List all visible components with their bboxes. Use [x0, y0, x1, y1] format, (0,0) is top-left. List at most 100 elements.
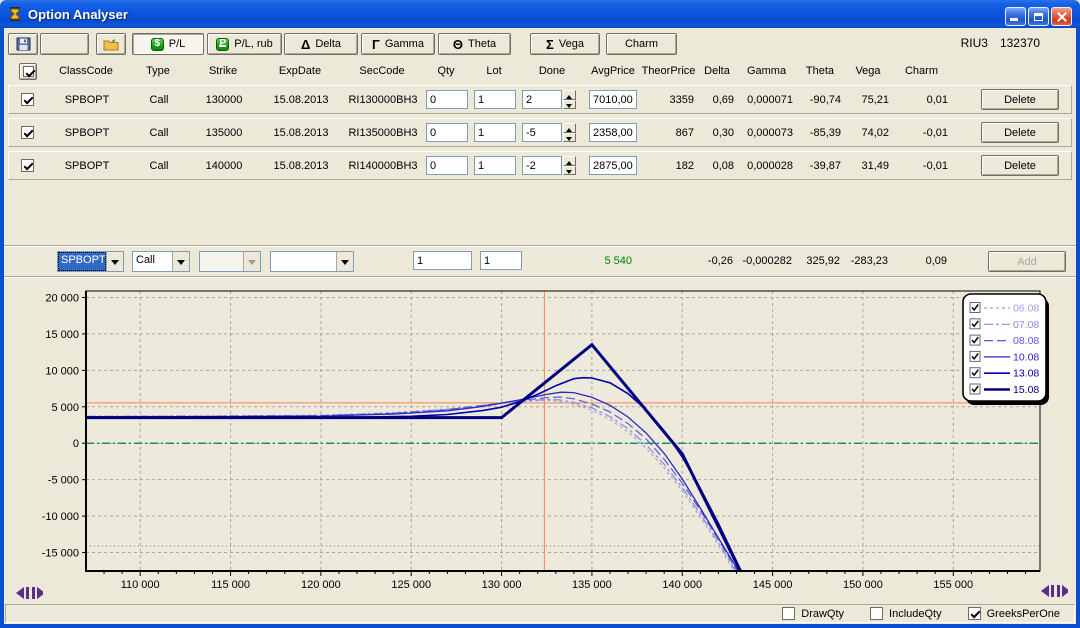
spinner-up-icon[interactable]	[563, 156, 576, 166]
chevron-down-icon[interactable]	[172, 252, 189, 271]
cell-gamma: 0,000073	[738, 127, 797, 139]
window-border-bottom	[0, 624, 1080, 628]
total-theta: 325,92	[806, 255, 840, 267]
tab-p-l-rub[interactable]: PP/L, rub	[207, 33, 282, 55]
legend-label: 10.08	[1013, 351, 1039, 363]
tab-label: Delta	[315, 38, 341, 50]
select-all-button[interactable]	[19, 63, 37, 80]
open-folder-button[interactable]	[96, 33, 126, 55]
total-vega: -283,23	[851, 255, 888, 267]
delta-icon: Δ	[301, 38, 310, 51]
spinner-down-icon[interactable]	[563, 100, 576, 110]
tab-theta[interactable]: ΘTheta	[438, 33, 511, 55]
tab-charm[interactable]: Charm	[606, 33, 677, 55]
chevron-down-icon	[243, 252, 260, 271]
save-button[interactable]	[8, 33, 38, 55]
avgprice-input[interactable]	[589, 156, 637, 175]
y-tick-label: -15 000	[42, 548, 79, 560]
add-qty-input[interactable]	[413, 251, 472, 270]
lot-input[interactable]	[474, 90, 516, 109]
column-header-type: Type	[128, 65, 188, 77]
x-tick-label: 135 000	[572, 579, 612, 591]
classcode-select[interactable]: SPBOPT	[57, 251, 124, 272]
add-button[interactable]: Add	[988, 251, 1066, 272]
tab-label: Charm	[625, 38, 658, 50]
tab-delta[interactable]: Δ Delta	[284, 33, 358, 55]
statusbar-option-drawqty[interactable]: DrawQty	[782, 607, 844, 620]
row-checkbox[interactable]	[21, 159, 34, 172]
y-tick-label: 15 000	[45, 329, 79, 341]
x-tick-label: 120 000	[301, 579, 341, 591]
title-bar[interactable]: Option Analyser	[0, 0, 1080, 28]
qty-input[interactable]	[426, 156, 468, 175]
total-delta: -0,26	[708, 255, 733, 267]
done-spinner[interactable]	[563, 156, 576, 175]
avgprice-input[interactable]	[589, 90, 637, 109]
save-icon	[16, 37, 31, 51]
chevron-down-icon[interactable]	[336, 252, 353, 271]
theta-icon: Θ	[453, 38, 463, 51]
done-input[interactable]	[522, 156, 562, 175]
select-all-checkbox[interactable]	[23, 66, 34, 77]
done-input[interactable]	[522, 123, 562, 142]
seccode-select[interactable]	[270, 251, 354, 272]
spinner-down-icon[interactable]	[563, 166, 576, 176]
chevron-down-icon[interactable]	[106, 252, 123, 271]
cell-delta: 0,30	[698, 127, 738, 139]
y-tick-label: 0	[73, 438, 79, 450]
done-cell	[519, 156, 587, 175]
delete-button[interactable]: Delete	[981, 155, 1059, 176]
column-header-charm: Charm	[892, 65, 951, 77]
blank-button[interactable]	[40, 33, 89, 55]
spinner-up-icon[interactable]	[563, 90, 576, 100]
done-spinner[interactable]	[563, 123, 576, 142]
delete-button[interactable]: Delete	[981, 122, 1059, 143]
column-header-qty: Qty	[422, 65, 470, 77]
statusbar-option-includeqty[interactable]: IncludeQty	[870, 607, 942, 620]
scroll-left-icon[interactable]	[15, 587, 43, 599]
done-cell	[519, 90, 587, 109]
statusbar-option-greeksperone[interactable]: GreeksPerOne	[968, 607, 1060, 620]
qty-input[interactable]	[426, 123, 468, 142]
window-title: Option Analyser	[28, 7, 128, 22]
y-tick-label: 20 000	[45, 292, 79, 304]
lot-input[interactable]	[474, 123, 516, 142]
row-checkbox[interactable]	[21, 93, 34, 106]
add-lot-input[interactable]	[480, 251, 522, 270]
open-folder-icon	[103, 38, 119, 51]
spinner-up-icon[interactable]	[563, 123, 576, 133]
sigma-icon: Σ	[546, 38, 554, 51]
tab-p-l[interactable]: $P/L	[132, 33, 204, 55]
cell-theta: -85,39	[797, 127, 845, 139]
checkbox-drawqty[interactable]	[782, 607, 795, 620]
done-spinner[interactable]	[563, 90, 576, 109]
tab-vega[interactable]: ΣVega	[530, 33, 600, 55]
cell-delta: 0,69	[698, 94, 738, 106]
dollar-icon: $	[151, 38, 164, 51]
delete-button[interactable]: Delete	[981, 89, 1059, 110]
avgprice-input[interactable]	[589, 123, 637, 142]
cell-strike: 130000	[189, 94, 259, 106]
tab-label: P/L, rub	[234, 38, 273, 50]
column-header-theta: Theta	[796, 65, 844, 77]
row-checkbox[interactable]	[21, 126, 34, 139]
done-input[interactable]	[522, 90, 562, 109]
cell-theta: -39,87	[797, 160, 845, 172]
type-value: Call	[133, 252, 172, 271]
add-position-row: SPBOPT Call 5 540 -0,26 -0,000282 325,92…	[0, 245, 1080, 278]
type-select[interactable]: Call	[132, 251, 190, 272]
checkbox-greeksperone[interactable]	[968, 607, 981, 620]
checkbox-label: GreeksPerOne	[987, 608, 1060, 620]
lot-input[interactable]	[474, 156, 516, 175]
y-tick-label: 10 000	[45, 365, 79, 377]
maximize-button[interactable]	[1028, 7, 1049, 26]
qty-input[interactable]	[426, 90, 468, 109]
minimize-button[interactable]	[1005, 7, 1026, 26]
scroll-right-icon[interactable]	[1040, 585, 1068, 597]
tab-gamma[interactable]: ΓGamma	[361, 33, 435, 55]
checkbox-includeqty[interactable]	[870, 607, 883, 620]
cell-expdate: 15.08.2013	[259, 160, 343, 172]
spinner-down-icon[interactable]	[563, 133, 576, 143]
x-tick-label: 150 000	[843, 579, 883, 591]
close-button[interactable]	[1051, 7, 1072, 26]
